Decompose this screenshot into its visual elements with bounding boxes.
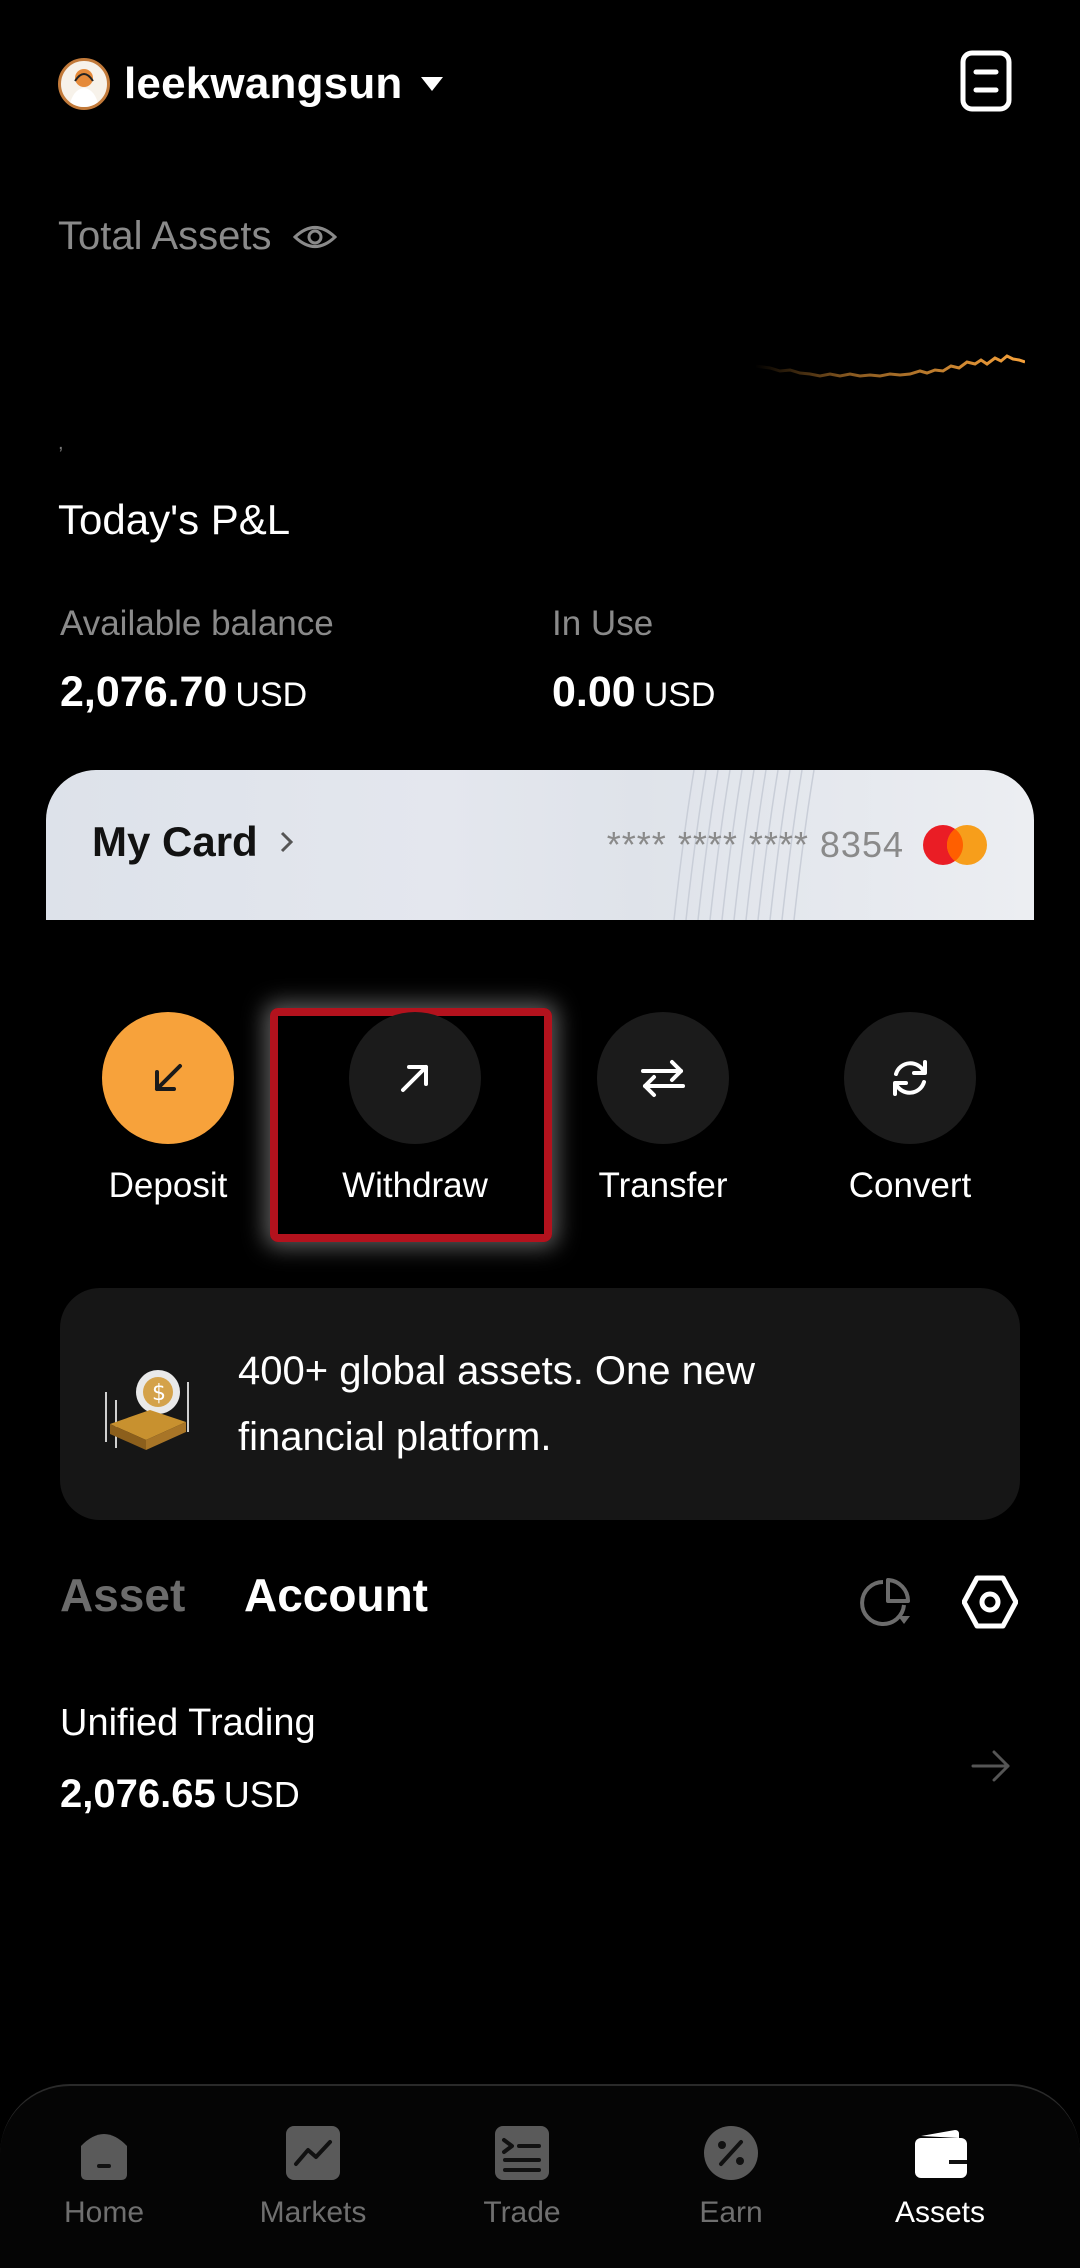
todays-pnl-label: Today's P&L	[58, 496, 291, 543]
home-icon	[81, 2134, 127, 2180]
arrow-right-icon[interactable]	[970, 1748, 1012, 1784]
pnl-indicator: ,	[58, 432, 64, 454]
available-balance-amount: 2,076.70	[60, 668, 228, 716]
nav-trade-label: Trade	[483, 2196, 561, 2229]
account-switcher[interactable]: leekwangsun	[58, 52, 443, 116]
deposit-label: Deposit	[108, 1166, 228, 1205]
tab-asset[interactable]: Asset	[60, 1568, 185, 1622]
refresh-icon	[893, 1060, 927, 1096]
total-assets-label: Total Assets	[58, 214, 272, 258]
card-number: **** **** **** 8354	[606, 824, 904, 865]
gold-bars-icon: $	[105, 1370, 189, 1450]
mastercard-logo	[923, 825, 987, 865]
nav-assets[interactable]: Assets	[860, 2124, 1020, 2230]
tab-account[interactable]: Account	[244, 1568, 428, 1622]
my-card-label: My Card	[92, 818, 258, 865]
eye-icon[interactable]	[293, 222, 338, 252]
nav-assets-label: Assets	[894, 2196, 986, 2229]
transfer-circle[interactable]	[597, 1012, 729, 1144]
nav-home-label: Home	[63, 2196, 145, 2229]
transfer-arrows-icon	[641, 1060, 685, 1097]
nav-markets[interactable]: Markets	[233, 2124, 393, 2230]
convert-label: Convert	[848, 1166, 972, 1205]
username: leekwangsun	[124, 59, 403, 108]
arrow-down-left-icon	[155, 1064, 182, 1091]
in-use-unit: USD	[643, 676, 716, 714]
avatar	[58, 58, 110, 110]
nav-earn[interactable]: Earn	[651, 2124, 811, 2230]
account-amount: 2,076.65	[60, 1772, 216, 1816]
chevron-right-icon	[280, 831, 293, 853]
in-use-value: 0.00 USD	[552, 668, 716, 717]
settings-hexagon-icon[interactable]	[962, 1574, 1018, 1630]
wallet-icon	[915, 2130, 967, 2178]
in-use-label: In Use	[552, 604, 654, 643]
available-balance-unit: USD	[235, 676, 308, 714]
available-balance-value: 2,076.70 USD	[60, 668, 307, 717]
promo-banner[interactable]: $ 400+ global assets. One new financial …	[60, 1288, 1020, 1520]
in-use-amount: 0.00	[552, 668, 636, 716]
percent-icon	[704, 2126, 758, 2180]
account-value: 2,076.65 USD	[60, 1772, 300, 1817]
svg-text:$: $	[152, 1381, 166, 1406]
chevron-down-icon	[420, 77, 443, 91]
convert-circle[interactable]	[844, 1012, 976, 1144]
account-unit: USD	[223, 1774, 300, 1815]
my-card-title: My Card	[92, 818, 294, 866]
promo-text: 400+ global assets. One new financial pl…	[238, 1349, 756, 1459]
nav-markets-label: Markets	[259, 2196, 367, 2229]
pie-chart-icon[interactable]	[858, 1576, 912, 1630]
withdraw-circle[interactable]	[349, 1012, 481, 1144]
account-name: Unified Trading	[60, 1702, 316, 1744]
nav-trade[interactable]: Trade	[442, 2124, 602, 2230]
transfer-label: Transfer	[598, 1166, 728, 1205]
chart-icon	[286, 2126, 340, 2180]
convert-button[interactable]: Convert	[810, 1012, 1010, 1206]
arrow-up-right-icon	[401, 1065, 428, 1092]
document-icon[interactable]	[960, 50, 1012, 112]
available-balance-label: Available balance	[60, 604, 334, 643]
nav-home[interactable]: Home	[24, 2124, 184, 2230]
deposit-circle[interactable]	[102, 1012, 234, 1144]
nav-earn-label: Earn	[699, 2196, 763, 2229]
withdraw-button[interactable]: Withdraw	[315, 1012, 515, 1206]
withdraw-label: Withdraw	[342, 1166, 488, 1205]
transfer-button[interactable]: Transfer	[563, 1012, 763, 1206]
asset-trend-sparkline	[755, 354, 1025, 378]
total-assets: Total Assets	[58, 214, 338, 259]
trade-icon	[495, 2126, 549, 2180]
deposit-button[interactable]: Deposit	[68, 1012, 268, 1206]
my-card-banner[interactable]: My Card **** **** **** 8354	[46, 770, 1034, 920]
